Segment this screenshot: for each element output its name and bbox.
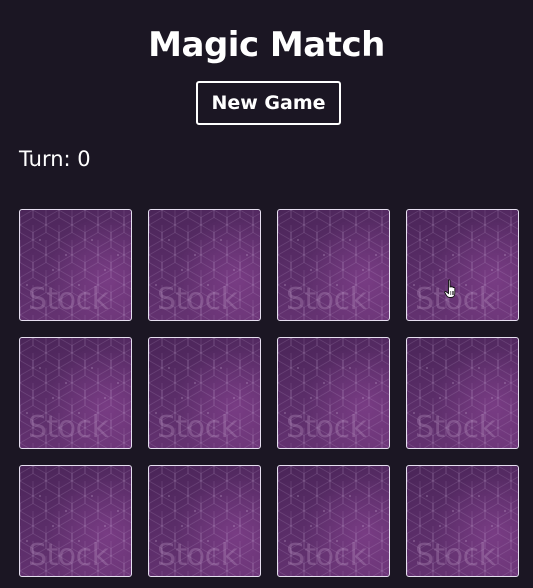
card-watermark: Stock: [28, 410, 109, 445]
new-game-button[interactable]: New Game: [196, 81, 341, 125]
memory-card[interactable]: Stock: [277, 337, 390, 449]
memory-card[interactable]: Stock: [277, 209, 390, 321]
memory-card[interactable]: Stock: [19, 209, 132, 321]
card-watermark: Stock: [157, 282, 238, 317]
memory-card[interactable]: Stock: [406, 209, 519, 321]
memory-card[interactable]: Stock: [148, 209, 261, 321]
card-watermark: Stock: [286, 538, 367, 573]
memory-card[interactable]: Stock: [148, 337, 261, 449]
card-watermark: Stock: [157, 538, 238, 573]
game-page: Magic Match New Game Turn: 0 Stock Stock S…: [0, 0, 533, 588]
memory-card[interactable]: Stock: [19, 465, 132, 577]
card-watermark: Stock: [28, 282, 109, 317]
turn-counter: Turn: 0: [19, 147, 91, 171]
memory-card[interactable]: Stock: [19, 337, 132, 449]
card-watermark: Stock: [157, 410, 238, 445]
game-title: Magic Match: [148, 25, 385, 65]
card-watermark: Stock: [286, 410, 367, 445]
memory-card[interactable]: Stock: [406, 337, 519, 449]
card-watermark: Stock: [415, 410, 496, 445]
memory-card[interactable]: Stock: [406, 465, 519, 577]
card-watermark: Stock: [415, 538, 496, 573]
hand-pointer-icon: [444, 279, 456, 298]
card-grid: Stock Stock Stock Stock Stock Stock Stock Stock…: [19, 209, 519, 577]
card-watermark: Stock: [286, 282, 367, 317]
memory-card[interactable]: Stock: [148, 465, 261, 577]
card-watermark: Stock: [28, 538, 109, 573]
memory-card[interactable]: Stock: [277, 465, 390, 577]
